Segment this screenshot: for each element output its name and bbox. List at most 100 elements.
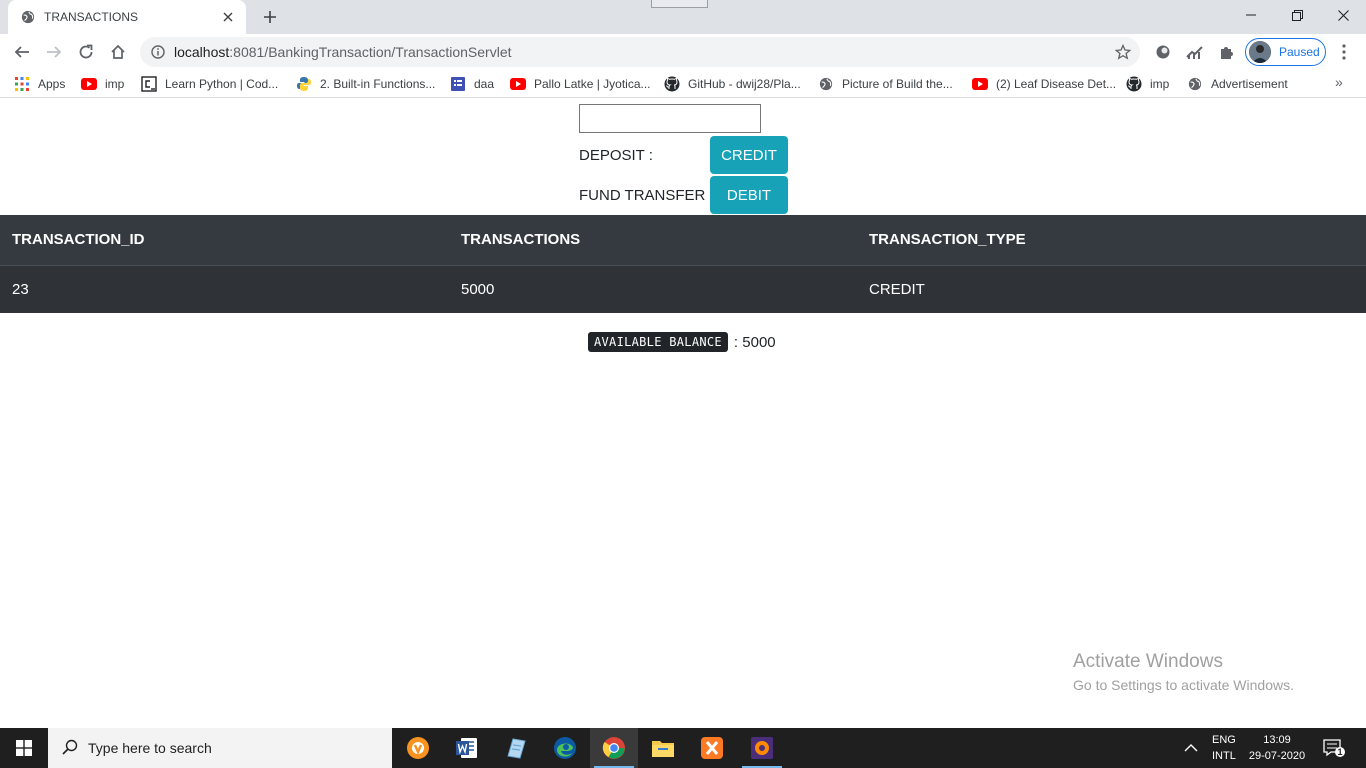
taskbar-app-xampp-icon[interactable] xyxy=(688,728,736,768)
github-icon xyxy=(1126,76,1142,92)
input-language-indicator[interactable]: ENG INTL xyxy=(1212,732,1236,764)
window-drag-handle[interactable] xyxy=(651,0,708,8)
credit-button[interactable]: CREDIT xyxy=(710,136,788,174)
windows-taskbar: Type here to search ENG INTL 13:09 29-07… xyxy=(0,728,1366,768)
bookmark-builtin-functions[interactable]: 2. Built-in Functions... xyxy=(296,74,435,94)
github-icon xyxy=(664,76,680,92)
bookmark-imp-github[interactable]: imp xyxy=(1126,74,1169,94)
notification-count-badge: 1 xyxy=(1337,747,1343,757)
close-tab-icon[interactable] xyxy=(220,9,236,25)
bookmark-star-icon[interactable] xyxy=(1114,43,1132,61)
bookmark-label: Apps xyxy=(38,77,66,91)
restore-icon[interactable] xyxy=(1274,0,1320,30)
available-balance: AVAILABLE BALANCE : 5000 xyxy=(588,332,776,352)
taskbar-app-chrome-icon[interactable] xyxy=(590,728,638,768)
globe-icon xyxy=(818,76,834,92)
browser-toolbar: localhost:8081/BankingTransaction/Transa… xyxy=(0,34,1366,70)
cell-transaction-id: 23 xyxy=(0,265,449,313)
bookmark-picture-of-build[interactable]: Picture of Build the... xyxy=(818,74,953,94)
taskbar-search-box[interactable]: Type here to search xyxy=(48,728,392,768)
lang-line-2: INTL xyxy=(1212,750,1236,762)
debit-button[interactable]: DEBIT xyxy=(710,176,788,214)
taskbar-search-placeholder: Type here to search xyxy=(88,740,212,756)
search-icon xyxy=(62,739,78,758)
bookmark-label: imp xyxy=(1150,77,1170,91)
bookmark-label: Learn Python | Cod... xyxy=(165,77,279,91)
watermark-subtitle: Go to Settings to activate Windows. xyxy=(1073,677,1294,693)
bookmark-label: imp xyxy=(105,77,125,91)
url-path: :8081/BankingTransaction/TransactionServ… xyxy=(229,44,512,60)
action-center-icon[interactable]: 1 xyxy=(1323,728,1345,768)
globe-icon xyxy=(20,9,36,25)
taskbar-app-word-icon[interactable] xyxy=(443,728,491,768)
taskbar-app-avast-icon[interactable] xyxy=(394,728,442,768)
home-icon[interactable] xyxy=(104,38,132,66)
avatar xyxy=(1249,41,1271,63)
bookmarks-overflow-icon[interactable]: » xyxy=(1335,74,1343,90)
bookmark-label: 2. Built-in Functions... xyxy=(320,77,436,91)
site-info-icon[interactable] xyxy=(150,44,166,60)
table-header-row: TRANSACTION_ID TRANSACTIONS TRANSACTION_… xyxy=(0,215,1366,266)
bookmark-leaf-disease[interactable]: (2) Leaf Disease Det... xyxy=(972,74,1116,94)
bookmark-pallo-latke[interactable]: Pallo Latke | Jyotica... xyxy=(510,74,651,94)
bookmark-daa[interactable]: daa xyxy=(450,74,494,94)
activate-windows-watermark: Activate Windows Go to Settings to activ… xyxy=(1073,651,1294,693)
bookmark-imp[interactable]: imp xyxy=(81,74,124,94)
column-header-transaction-id: TRANSACTION_ID xyxy=(0,215,449,266)
more-menu-icon[interactable] xyxy=(1334,41,1354,63)
fund-transfer-label: FUND TRANSFER : xyxy=(579,187,714,204)
bookmarks-bar: Apps imp Learn Python | Cod... 2. Built-… xyxy=(0,70,1366,98)
column-header-transaction-type: TRANSACTION_TYPE xyxy=(857,215,1366,266)
taskbar-app-ide-icon[interactable] xyxy=(738,728,786,768)
available-balance-label: AVAILABLE BALANCE xyxy=(588,332,728,352)
tab-title: TRANSACTIONS xyxy=(44,10,139,24)
available-balance-value: : 5000 xyxy=(733,333,776,351)
address-bar[interactable]: localhost:8081/BankingTransaction/Transa… xyxy=(140,37,1140,67)
cell-transaction-amount: 5000 xyxy=(449,265,857,313)
bookmark-apps[interactable]: Apps xyxy=(14,74,65,94)
back-icon[interactable] xyxy=(8,38,36,66)
extension-circle-icon[interactable] xyxy=(1152,41,1174,63)
windows-start-icon[interactable] xyxy=(0,728,48,768)
clock-date: 29-07-2020 xyxy=(1248,750,1306,762)
profile-button[interactable]: Paused xyxy=(1245,38,1326,66)
bookmark-label: Picture of Build the... xyxy=(842,77,953,91)
youtube-icon xyxy=(972,76,988,92)
amount-input[interactable] xyxy=(579,104,761,133)
taskbar-app-notepad-icon[interactable] xyxy=(492,728,540,768)
minimize-icon[interactable] xyxy=(1228,0,1274,30)
extensions-puzzle-icon[interactable] xyxy=(1216,41,1238,63)
deposit-label: DEPOSIT : xyxy=(579,147,653,164)
close-window-icon[interactable] xyxy=(1320,0,1366,30)
url-host: localhost xyxy=(174,44,230,60)
youtube-icon xyxy=(510,76,526,92)
bookmark-advertisement[interactable]: Advertisement xyxy=(1187,74,1288,94)
profile-paused-label: Paused xyxy=(1279,45,1320,59)
globe-icon xyxy=(1187,76,1203,92)
browser-tab[interactable]: TRANSACTIONS xyxy=(8,0,246,34)
bookmark-label: Pallo Latke | Jyotica... xyxy=(534,77,651,91)
bookmark-label: daa xyxy=(474,77,495,91)
code-icon xyxy=(141,76,157,92)
tray-overflow-icon[interactable] xyxy=(1184,728,1198,768)
bookmark-label: (2) Leaf Disease Det... xyxy=(996,77,1117,91)
reload-icon[interactable] xyxy=(72,38,100,66)
bookmark-label: GitHub - dwij28/Pla... xyxy=(688,77,801,91)
bookmark-github-dwij28[interactable]: GitHub - dwij28/Pla... xyxy=(664,74,801,94)
clock-time: 13:09 xyxy=(1263,734,1291,746)
taskbar-clock[interactable]: 13:09 29-07-2020 xyxy=(1246,732,1308,764)
watermark-title: Activate Windows xyxy=(1073,651,1223,672)
taskbar-app-file-explorer-icon[interactable] xyxy=(639,728,687,768)
taskbar-app-edge-icon[interactable] xyxy=(541,728,589,768)
transactions-table: TRANSACTION_ID TRANSACTIONS TRANSACTION_… xyxy=(0,215,1366,313)
bookmark-learn-python[interactable]: Learn Python | Cod... xyxy=(141,74,278,94)
table-row: 23 5000 CREDIT xyxy=(0,265,1366,313)
forward-icon[interactable] xyxy=(40,38,68,66)
form-icon xyxy=(450,76,466,92)
lang-line-1: ENG xyxy=(1212,734,1236,746)
new-tab-button[interactable] xyxy=(258,6,282,28)
page-content: DEPOSIT : CREDIT FUND TRANSFER : DEBIT T… xyxy=(0,99,1366,728)
apps-grid-icon xyxy=(14,76,30,92)
extension-chart-icon[interactable] xyxy=(1184,41,1206,63)
url-text: localhost:8081/BankingTransaction/Transa… xyxy=(174,44,512,60)
